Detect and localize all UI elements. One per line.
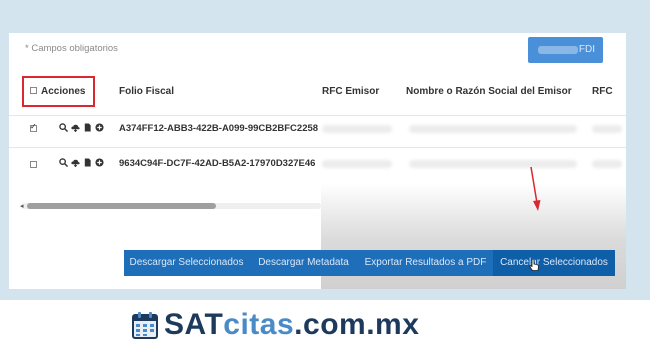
row-divider [9, 147, 626, 148]
row-1-checkbox[interactable] [30, 122, 37, 132]
row-1-rfc-redacted [592, 125, 622, 133]
cloud-download-icon[interactable] [71, 158, 80, 167]
row-1-folio-fiscal: A374FF12-ABB3-422B-A099-99CB2BFC2258 [119, 123, 319, 134]
required-fields-note: * Campos obligatorios [25, 43, 118, 54]
action-toolbar: Descargar Seleccionados Descargar Metada… [124, 250, 615, 276]
header-nombre-emisor: Nombre o Razón Social del Emisor [406, 86, 572, 97]
browser-frame: * Campos obligatorios FDI Acciones Folio… [0, 0, 650, 300]
row-2-rfc-redacted [592, 160, 622, 168]
search-cfdi-button[interactable]: FDI [528, 37, 603, 63]
horizontal-scrollbar-thumb[interactable] [27, 203, 216, 209]
header-rfc: RFC [592, 86, 613, 97]
blurred-label [538, 46, 578, 54]
cancelar-seleccionados-button[interactable]: Cancelar Seleccionados [493, 250, 615, 276]
search-icon[interactable] [59, 123, 68, 132]
document-icon[interactable] [83, 158, 92, 167]
results-panel: * Campos obligatorios FDI Acciones Folio… [9, 33, 626, 289]
row-2-actions [59, 158, 104, 167]
exportar-pdf-button[interactable]: Exportar Resultados a PDF [358, 250, 493, 276]
row-divider [9, 115, 626, 116]
hand-pointer-icon [529, 259, 539, 271]
row-1-rfc-emisor-redacted [322, 125, 392, 133]
logo-text-citas: citas [223, 308, 295, 341]
calendar-icon [132, 312, 158, 339]
logo-text-sat: SAT [164, 308, 224, 341]
search-icon[interactable] [59, 158, 68, 167]
row-2-nombre-emisor-redacted [409, 160, 577, 168]
row-1-nombre-emisor-redacted [409, 125, 577, 133]
row-2-checkbox[interactable] [30, 161, 37, 168]
satcitas-logo: SAT citas .com.mx [132, 307, 419, 343]
cloud-download-icon[interactable] [71, 123, 80, 132]
header-acciones: Acciones [41, 86, 86, 97]
descargar-metadata-button[interactable]: Descargar Metadata [249, 250, 358, 276]
red-arrow-annotation [530, 166, 541, 211]
header-folio-fiscal: Folio Fiscal [119, 86, 175, 97]
add-circle-icon[interactable] [95, 158, 104, 167]
row-2-rfc-emisor-redacted [322, 160, 392, 168]
scroll-left-arrow-icon[interactable]: ◂ [20, 202, 24, 210]
search-cfdi-button-label: FDI [578, 44, 595, 55]
add-circle-icon[interactable] [95, 123, 104, 132]
logo-text-domain: .com.mx [294, 308, 420, 341]
header-rfc-emisor: RFC Emisor [322, 86, 380, 97]
row-2-folio-fiscal: 9634C94F-DC7F-42AD-B5A2-17970D327E46 [119, 158, 316, 169]
row-1-actions [59, 123, 104, 132]
select-all-checkbox[interactable] [30, 87, 37, 94]
descargar-seleccionados-button[interactable]: Descargar Seleccionados [124, 250, 249, 276]
document-icon[interactable] [83, 123, 92, 132]
